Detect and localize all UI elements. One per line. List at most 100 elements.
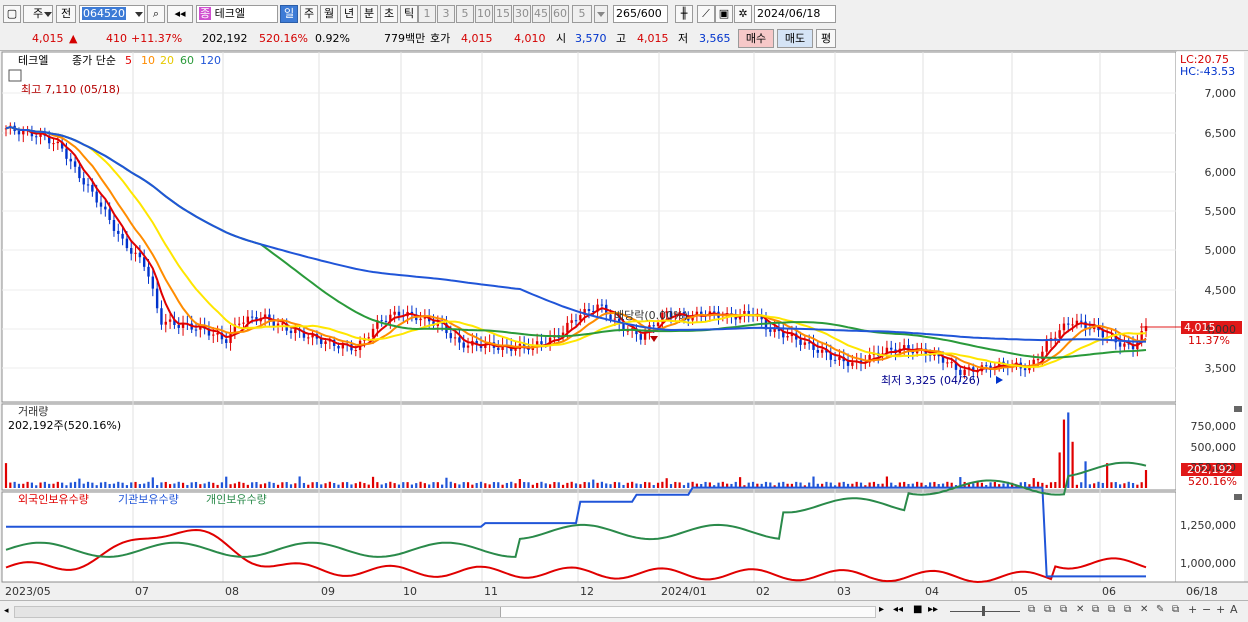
market-select[interactable]: 주 xyxy=(23,5,53,23)
price-candle xyxy=(652,325,655,327)
zoom-out-icon[interactable]: − xyxy=(1202,603,1211,616)
volume-bar xyxy=(285,482,288,488)
volume-bar xyxy=(272,482,275,488)
pattern-icon[interactable]: ✕ xyxy=(1076,604,1084,615)
zoom-slider[interactable] xyxy=(950,611,1020,612)
volume-bar xyxy=(518,478,521,488)
price-candle xyxy=(99,202,103,207)
fast-forward-icon[interactable]: ▸▸ xyxy=(928,604,938,615)
period-second[interactable]: 초 xyxy=(380,5,398,23)
rewind-icon[interactable]: ◂◂ xyxy=(893,604,903,615)
zoom-slider-handle[interactable] xyxy=(982,606,985,616)
interval-45[interactable]: 45 xyxy=(532,5,550,23)
pattern-icon[interactable]: ✕ xyxy=(1140,604,1148,615)
scroll-left-icon[interactable]: ◂ xyxy=(4,605,12,617)
period-minute[interactable]: 분 xyxy=(360,5,378,23)
scroll-right-icon[interactable]: ▸ xyxy=(879,604,884,615)
x-axis-label: 06 xyxy=(1102,585,1116,598)
price-candle xyxy=(242,322,245,324)
stop-icon[interactable]: ■ xyxy=(913,604,922,615)
ma-10-label: 10 xyxy=(141,54,155,67)
window-menu-icon[interactable]: ▢ xyxy=(3,5,21,23)
volume-bar xyxy=(199,484,202,488)
scrollbar-thumb[interactable] xyxy=(500,607,875,617)
volume-bar xyxy=(1071,441,1074,488)
price-candle xyxy=(514,349,517,351)
zoom-in-icon[interactable]: + xyxy=(1188,603,1197,616)
volume-bar xyxy=(484,483,487,488)
prev-button[interactable]: 전 xyxy=(56,5,76,23)
volume-bar xyxy=(1131,482,1135,488)
volume-bar xyxy=(233,483,236,488)
draw-line-icon[interactable]: ⟋ xyxy=(697,5,715,23)
volume-bar xyxy=(561,484,565,488)
search-icon[interactable]: ⌕ xyxy=(147,5,165,23)
interval-30[interactable]: 30 xyxy=(513,5,531,23)
layout-icon[interactable]: ⧉ xyxy=(1028,604,1035,615)
price-candle xyxy=(337,345,340,349)
font-size-icon[interactable]: A xyxy=(1230,603,1238,616)
volume-bar xyxy=(43,481,46,488)
volume-bar xyxy=(648,482,651,488)
current-price: 4,015 xyxy=(32,32,64,45)
horizontal-scrollbar[interactable] xyxy=(14,606,876,618)
interval-10[interactable]: 10 xyxy=(475,5,493,23)
candle-type-icon[interactable]: ╫ xyxy=(675,5,693,23)
code-input[interactable]: 064520 xyxy=(79,5,145,23)
layout-icon[interactable]: ⧉ xyxy=(1044,604,1051,615)
volume-bar xyxy=(665,478,668,488)
range-field[interactable]: 265/600 xyxy=(613,5,668,23)
period-year[interactable]: 년 xyxy=(340,5,358,23)
volume-bar xyxy=(1045,484,1048,488)
volume-axis-tick: 750,000 xyxy=(1190,420,1237,433)
period-tick[interactable]: 틱 xyxy=(400,5,418,23)
interval-1[interactable]: 1 xyxy=(418,5,436,23)
volume-bar xyxy=(324,483,327,488)
chart-canvas[interactable] xyxy=(0,50,1248,621)
price-candle xyxy=(78,166,81,179)
high-price: 4,015 xyxy=(637,32,669,45)
gear-icon[interactable]: ✲ xyxy=(734,5,752,23)
volume-bar xyxy=(527,482,530,488)
eval-button[interactable]: 평 xyxy=(816,29,836,48)
buy-button[interactable]: 매수 xyxy=(738,29,774,48)
sound-icon[interactable]: ◂◂ xyxy=(167,5,193,23)
price-candle xyxy=(397,311,401,316)
volume-bar xyxy=(371,476,375,488)
volume-bar xyxy=(48,483,51,488)
volume-bar xyxy=(462,482,465,488)
interval-60[interactable]: 60 xyxy=(551,5,569,23)
price-candle xyxy=(17,131,21,135)
layout-icon[interactable]: ⧉ xyxy=(1060,604,1067,615)
layout-icon[interactable]: ⧉ xyxy=(1108,604,1115,615)
layout-icon[interactable]: ⧉ xyxy=(1124,604,1131,615)
period-day[interactable]: 일 xyxy=(280,5,298,23)
sell-button[interactable]: 매도 xyxy=(777,29,813,48)
volume-bar xyxy=(384,483,388,488)
period-week[interactable]: 주 xyxy=(300,5,318,23)
period-month[interactable]: 월 xyxy=(320,5,338,23)
volume-bar xyxy=(35,485,38,488)
layout-icon[interactable]: ⧉ xyxy=(1092,604,1099,615)
interval-15[interactable]: 15 xyxy=(494,5,512,23)
volume-bar xyxy=(95,485,98,488)
x-axis-label: 06/18 xyxy=(1186,585,1218,598)
fit-icon[interactable]: + xyxy=(1216,603,1225,616)
draw-icon[interactable]: ✎ xyxy=(1156,604,1164,615)
date-input[interactable]: 2024/06/18 xyxy=(754,5,836,23)
count-dropdown[interactable] xyxy=(594,5,608,23)
volume-bar xyxy=(1136,484,1139,488)
volume-bar xyxy=(622,484,625,488)
count-input[interactable]: 5 xyxy=(572,5,592,23)
chevron-down-icon xyxy=(44,12,52,17)
volume-bar xyxy=(432,482,435,488)
low-label: 저 xyxy=(678,32,689,45)
chart-area[interactable]: 테크엘 종가 단순 5 10 20 60 120 최고 7,110 (05/18… xyxy=(0,50,1248,621)
save-icon[interactable]: ▣ xyxy=(715,5,733,23)
interval-3[interactable]: 3 xyxy=(437,5,455,23)
volume-bar xyxy=(220,482,224,488)
interval-5[interactable]: 5 xyxy=(456,5,474,23)
stock-name-field[interactable]: 종 테크엘 xyxy=(196,5,278,23)
volume-bar xyxy=(1144,470,1148,488)
layout-icon[interactable]: ⧉ xyxy=(1172,604,1179,615)
